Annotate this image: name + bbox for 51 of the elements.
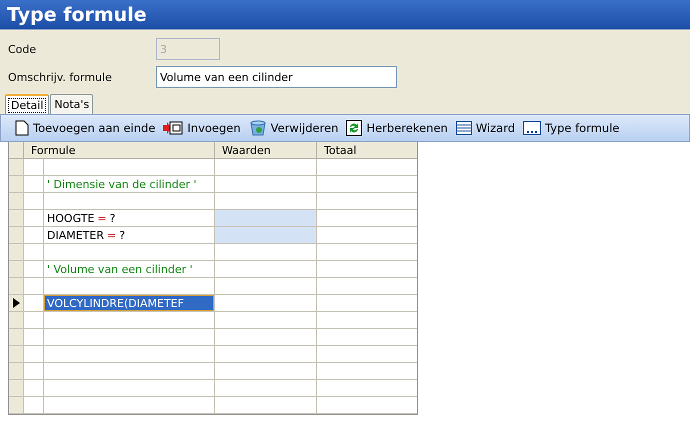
table-cell[interactable] (215, 176, 317, 193)
table-cell[interactable]: ' Dimensie van de cilinder ' (24, 176, 215, 193)
table-cell[interactable] (24, 346, 215, 363)
column-header[interactable]: Waarden (215, 142, 317, 159)
table-cell[interactable] (215, 159, 317, 176)
ellipsis-icon (523, 120, 542, 136)
grid-corner (9, 142, 24, 159)
row-header[interactable] (9, 295, 24, 312)
table-cell[interactable] (215, 363, 317, 380)
table-cell[interactable] (215, 346, 317, 363)
table-cell[interactable] (215, 312, 317, 329)
table-cell[interactable] (24, 397, 215, 414)
table-cell[interactable] (215, 244, 317, 261)
insert-icon (163, 120, 184, 136)
table-cell[interactable] (215, 261, 317, 278)
table-cell[interactable] (24, 363, 215, 380)
field-label: Code (8, 42, 38, 56)
table-cell[interactable]: HOOGTE = ? (24, 210, 215, 227)
column-header[interactable]: Totaal (317, 142, 417, 159)
table-cell[interactable] (24, 193, 215, 210)
toolbar-button[interactable]: Type formule (521, 116, 622, 140)
field-label: Omschrijv. formule (8, 70, 113, 84)
table-cell[interactable] (215, 227, 317, 244)
table-cell[interactable] (215, 210, 317, 227)
toolbar-button[interactable]: Toevoegen aan einde (13, 116, 158, 140)
table-cell[interactable] (215, 278, 317, 295)
toolbar-button[interactable]: Verwijderen (246, 116, 340, 140)
column-header[interactable]: Formule (24, 142, 215, 159)
toolbar-button[interactable]: Invoegen (161, 116, 243, 140)
refresh-icon (346, 120, 362, 136)
table-cell[interactable] (215, 380, 317, 397)
table-cell[interactable]: ' Volume van een cilinder ' (24, 261, 215, 278)
toolbar-button[interactable]: Herberekenen (344, 116, 450, 140)
toolbar-button[interactable]: Wizard (454, 116, 518, 140)
recycle-bin-icon (248, 120, 267, 136)
table-cell[interactable] (215, 295, 317, 312)
table-cell[interactable] (24, 244, 215, 261)
table-cell[interactable] (24, 159, 215, 176)
table-cell[interactable] (24, 312, 215, 329)
table-cell[interactable]: DIAMETER = ? (24, 227, 215, 244)
table-cell[interactable] (24, 329, 215, 346)
tab[interactable]: Detail (5, 94, 50, 114)
table-cell[interactable] (215, 397, 317, 414)
table-cell[interactable] (215, 329, 317, 346)
current-row-icon (12, 298, 20, 308)
list-icon (456, 120, 472, 136)
page-icon (15, 120, 29, 136)
description-field[interactable]: Volume van een cilinder (156, 66, 397, 88)
table-cell[interactable] (24, 380, 215, 397)
window-title: Type formule (7, 4, 147, 26)
tab[interactable]: Nota's (50, 94, 94, 114)
